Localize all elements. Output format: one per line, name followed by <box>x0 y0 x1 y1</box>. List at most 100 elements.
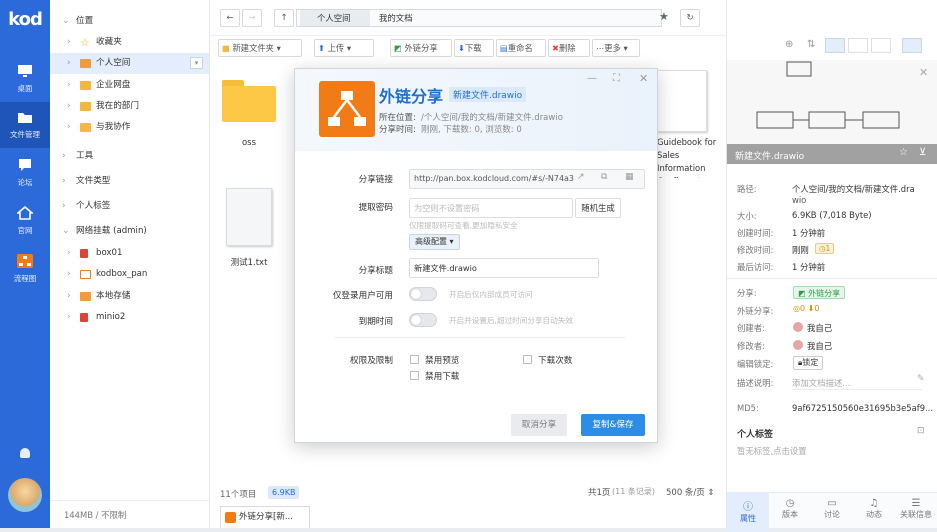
description-input[interactable]: 添加文档描述... <box>792 377 922 390</box>
avatar[interactable] <box>8 478 42 512</box>
upload-button[interactable]: ⬆ 上传 ▾ <box>314 39 374 57</box>
folder-item[interactable] <box>222 78 276 122</box>
password-input[interactable]: 为空则不设置密码 <box>409 198 573 218</box>
prop-label: 修改时间: <box>737 245 774 255</box>
cancel-share-button[interactable]: 取消分享 <box>511 414 567 436</box>
disable-preview-checkbox[interactable] <box>410 355 419 364</box>
nav-website[interactable]: 官网 <box>0 198 50 244</box>
login-only-toggle[interactable] <box>409 287 437 301</box>
disable-download-checkbox[interactable] <box>410 371 419 380</box>
tree-mount-item[interactable]: › 本地存储 <box>50 286 209 307</box>
tab-related[interactable]: ☰ 关联信息 <box>895 492 937 532</box>
folder-icon <box>18 113 32 123</box>
star-icon[interactable]: ★ <box>659 10 669 23</box>
edit-icon[interactable]: ✎ <box>917 374 925 384</box>
panel-toggle-button[interactable] <box>902 38 922 53</box>
tree-mount-item[interactable]: › box01 <box>50 243 209 264</box>
qrcode-icon[interactable]: ▦ <box>625 172 634 182</box>
refresh-button[interactable]: ↻ <box>680 9 700 27</box>
tab-versions[interactable]: ◷ 版本 <box>769 492 811 532</box>
expire-toggle[interactable] <box>409 313 437 327</box>
breadcrumb: 个人空间 我的文档 <box>296 9 662 27</box>
tab-properties[interactable]: ⓘ 属性 <box>727 492 769 532</box>
share-title-input[interactable]: 新建文件.drawio <box>409 258 599 278</box>
more-button[interactable]: ⋯更多 ▾ <box>592 39 640 57</box>
folder-icon <box>80 123 91 132</box>
tree-file-types[interactable]: › 文件类型 <box>50 171 209 192</box>
sort-icon[interactable]: ⇅ <box>807 39 815 50</box>
download-count-checkbox[interactable] <box>523 355 532 364</box>
expire-hint: 开启并设置后,超过时间分享自动失效 <box>449 316 573 325</box>
delete-button[interactable]: ✖删除 <box>548 39 590 57</box>
minimize-icon[interactable]: — <box>587 73 597 84</box>
comment-icon: ▭ <box>827 498 837 509</box>
maximize-icon[interactable]: ⛶ <box>613 73 620 84</box>
nav-desktop[interactable]: 桌面 <box>0 56 50 102</box>
download-button[interactable]: ⬇下载 <box>454 39 494 57</box>
bell-icon: ♫ <box>869 498 879 509</box>
per-page-select[interactable]: 500 条/页 ⇕ <box>666 486 715 498</box>
share-link-input[interactable]: http://pan.box.kodcloud.com/#s/-N74a3 <box>409 169 645 189</box>
tree-mount-item[interactable]: › minio2 <box>50 307 209 328</box>
prop-path[interactable]: 个人空间/我的文档/新建文件.dra <box>792 183 932 195</box>
breadcrumb-item[interactable]: 我的文档 <box>379 10 413 26</box>
version-badge[interactable]: ◷1 <box>815 243 835 254</box>
grid-view-button[interactable] <box>825 38 845 53</box>
prop-created: 1 分钟前 <box>792 228 826 238</box>
rename-button[interactable]: ▤重命名 <box>496 39 546 57</box>
nav-flowchart[interactable]: 流程图 <box>0 246 50 292</box>
tree-network-mount[interactable]: ⌄ 网络挂载 (admin) <box>50 221 209 242</box>
tree-personal-space[interactable]: › 个人空间 ▾ <box>50 53 209 74</box>
taskbar-item[interactable]: 外链分享[新... <box>220 506 310 528</box>
nav-file-manager[interactable]: 文件管理 <box>0 102 50 148</box>
pin-icon[interactable]: ⊻ <box>919 147 926 158</box>
copy-icon[interactable]: ⧉ <box>601 172 607 182</box>
tree-enterprise[interactable]: › 企业网盘 <box>50 75 209 96</box>
prop-md5: 9af6725150560e31695b3e5af9... <box>792 403 934 413</box>
tab-activity[interactable]: ♫ 动态 <box>853 492 895 532</box>
close-icon[interactable]: ✕ <box>919 66 928 79</box>
tree-collaboration[interactable]: › 与我协作 <box>50 117 209 138</box>
tags-empty[interactable]: 暂无标签,点击设置 <box>737 445 807 457</box>
storage-quota: 144MB / 不限制 <box>64 510 127 520</box>
tree-location[interactable]: ⌄ 位置 <box>50 11 209 32</box>
tree-mount-item[interactable]: › kodbox_pan <box>50 264 209 285</box>
tree-tools[interactable]: › 工具 <box>50 146 209 167</box>
back-button[interactable]: ← <box>220 9 240 27</box>
field-label: 到期时间 <box>358 317 393 327</box>
share-time-value: 刚刚, 下载数: 0, 浏览数: 0 <box>421 125 522 135</box>
list-view-button[interactable] <box>848 38 868 53</box>
advanced-config-button[interactable]: 高级配置 ▾ <box>409 234 460 250</box>
tag-edit-icon[interactable]: ⊡ <box>917 426 925 436</box>
nav-forum[interactable]: 论坛 <box>0 150 50 196</box>
nav-label: 桌面 <box>17 84 33 93</box>
new-folder-button[interactable]: ■ 新建文件夹 ▾ <box>218 39 302 57</box>
tree-personal-tags[interactable]: › 个人标签 <box>50 196 209 217</box>
bell-icon[interactable] <box>20 448 30 458</box>
breadcrumb-item[interactable]: 个人空间 <box>300 10 370 26</box>
tree-my-department[interactable]: › 我在的部门 <box>50 96 209 117</box>
prop-path-tail[interactable]: wio <box>792 195 806 205</box>
share-button[interactable]: ◩ 外链分享 <box>390 39 452 57</box>
copy-save-button[interactable]: 复制&保存 <box>581 414 645 436</box>
zoom-icon[interactable]: ⊕ <box>785 39 793 50</box>
up-button[interactable]: ↑ <box>274 9 294 27</box>
chevron-down-icon[interactable]: ▾ <box>190 57 203 69</box>
random-password-button[interactable]: 随机生成 <box>575 198 621 218</box>
tree-favorites[interactable]: › ☆ 收藏夹 <box>50 32 209 53</box>
text-file-icon[interactable] <box>226 188 272 246</box>
close-icon[interactable]: ✕ <box>639 72 648 85</box>
forward-button[interactable]: → <box>242 9 262 27</box>
lock-button[interactable]: 🔒︎锁定 <box>793 356 824 370</box>
cloud-icon <box>80 270 91 279</box>
share-badge[interactable]: ◩ 外链分享 <box>793 286 846 299</box>
prop-size: 6.9KB (7,018 Byte) <box>792 210 872 220</box>
file-name: 测试1.txt <box>230 258 268 268</box>
field-label: 分享标题 <box>358 266 393 276</box>
document-thumbnail[interactable] <box>657 70 707 132</box>
tab-discussion[interactable]: ▭ 讨论 <box>811 492 853 532</box>
star-icon[interactable]: ☆ <box>899 147 908 158</box>
open-link-icon[interactable]: ↗ <box>577 172 585 182</box>
database-icon: ☰ <box>911 498 921 509</box>
split-view-button[interactable] <box>871 38 891 53</box>
